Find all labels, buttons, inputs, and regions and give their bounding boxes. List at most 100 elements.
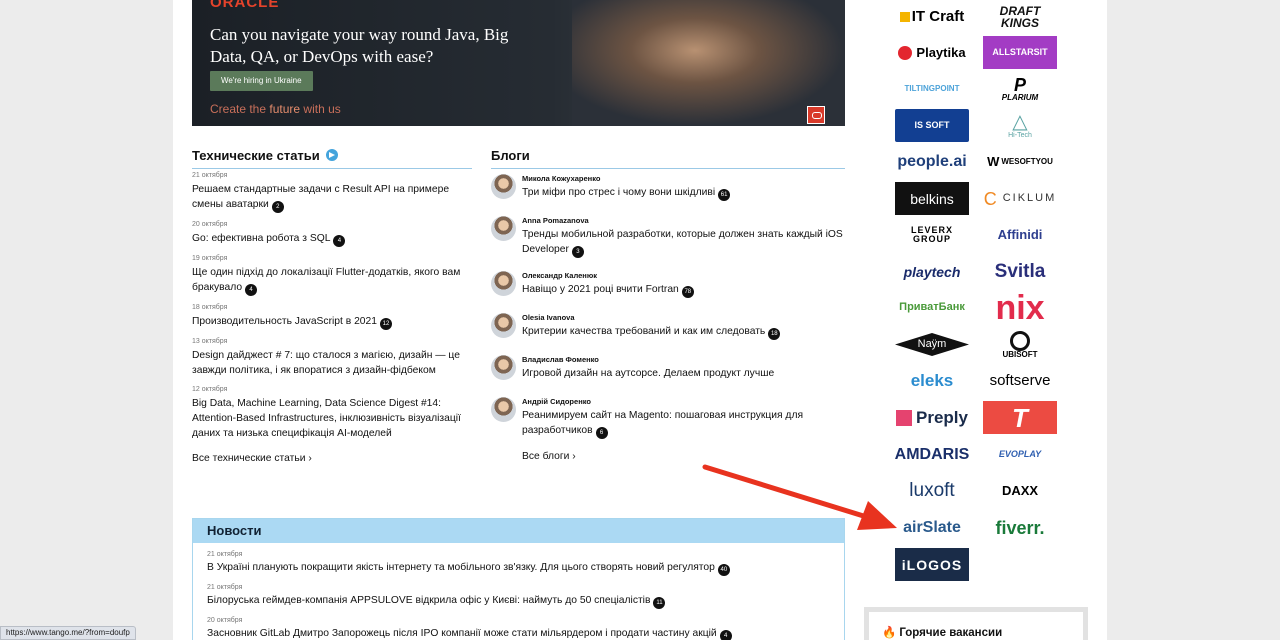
article-item[interactable]: 13 октября Design дайджест # 7: що стало… [192,336,472,378]
blog-item[interactable]: Владислав Фоменко Игровой дизайн на аутс… [491,354,845,384]
blog-title[interactable]: Игровой дизайн на аутсорсе. Делаем проду… [522,366,845,381]
news-title[interactable]: Білоруська геймдев-компанія APPSULOVE ві… [207,594,844,609]
logo-eleks[interactable]: eleks [895,364,969,397]
news-title-text: В Україні планують покращити якість інте… [207,562,715,573]
logo-tlogo[interactable]: T [983,401,1057,434]
blog-author[interactable]: Владислав Фоменко [522,354,845,366]
logo-leverx[interactable]: LEVERX GROUP [895,218,969,251]
logo-evoplay[interactable]: EVOPLAY [983,438,1057,471]
blog-title-text: Тренды мобильной разработки, которые дол… [522,229,843,255]
avatar[interactable] [491,216,516,241]
logo-ubisoft[interactable]: UBISOFT [983,328,1057,361]
logo-text: PLARIUM [1001,92,1039,102]
blog-title[interactable]: Тренды мобильной разработки, которые дол… [522,227,845,258]
logo-issoft[interactable]: IS SOFT [895,109,969,142]
browser-status-bar: https://www.tango.me/?from=doufp [0,626,136,640]
logo-allstarsit[interactable]: ALLSTARSIT [983,36,1057,69]
blog-author[interactable]: Олександр Каленюк [522,270,845,282]
logo-daxx[interactable]: DAXX [983,474,1057,507]
logo-preply[interactable]: Preply [895,401,969,434]
blog-item[interactable]: Anna Pomazanova Тренды мобильной разрабо… [491,215,845,258]
news-title[interactable]: В Україні планують покращити якість інте… [207,561,844,576]
logo-privatbank[interactable]: ПриватБанк [895,291,969,324]
logo-hitech[interactable]: △ Hi-Tech [983,109,1057,142]
logo-text: CIKLUM [1002,192,1057,204]
logo-softserve[interactable]: softserve [983,364,1057,397]
logo-tiltingpoint[interactable]: TILTINGPOINT [895,72,969,105]
blog-item[interactable]: Микола Кожухаренко Три міфи про стрес і … [491,173,845,203]
article-item[interactable]: 19 октября Ще один підхід до локалізації… [192,253,472,296]
article-title[interactable]: Ще один підхід до локалізації Flutter-до… [192,265,472,296]
logo-airslate[interactable]: airSlate [895,511,969,544]
news-item[interactable]: 21 октября В Україні планують покращити … [193,549,844,576]
news-title[interactable]: Засновник GitLab Дмитро Запорожець після… [207,627,844,640]
article-title[interactable]: Go: ефективна робота з SQL 4 [192,231,472,247]
news-item[interactable]: 20 октября Засновник GitLab Дмитро Запор… [193,615,844,640]
logo-playtech[interactable]: playtech [895,255,969,288]
blog-title[interactable]: Критерии качества требований и как им сл… [522,324,845,340]
news-item[interactable]: 21 октября Білоруська геймдев-компанія A… [193,582,844,609]
article-item[interactable]: 12 октября Big Data, Machine Learning, D… [192,384,472,441]
logo-draftkings[interactable]: DRAFT KINGS [983,0,1057,33]
logo-wesoftyou[interactable]: W WESOFTYOU [983,145,1057,178]
all-tech-articles-link[interactable]: Все технические статьи › [192,453,472,464]
hiring-button[interactable]: We're hiring in Ukraine [210,71,313,91]
logo-fiverr[interactable]: fiverr. [983,511,1057,544]
article-date: 18 октября [192,304,228,311]
blog-author[interactable]: Olesia Ivanova [522,312,845,324]
logo-text: Preply [916,408,968,427]
logo-nix[interactable]: nix [983,291,1057,325]
article-item[interactable]: 21 октября Решаем стандартные задачи с R… [192,170,472,213]
logo-affinidi[interactable]: Affinidi [983,218,1057,251]
article-title[interactable]: Производительность JavaScript в 2021 12 [192,314,472,330]
avatar[interactable] [491,397,516,422]
blog-title[interactable]: Реанимируем сайт на Magento: пошаговая и… [522,408,845,439]
article-title[interactable]: Design дайджест # 7: що сталося з магією… [192,348,472,378]
avatar[interactable] [491,355,516,380]
logo-text: IT Craft [911,8,965,25]
logo-svitla[interactable]: Svitla [983,255,1057,288]
article-title-text: Производительность JavaScript в 2021 [192,316,377,327]
telegram-icon[interactable] [325,149,338,161]
article-item[interactable]: 20 октября Go: ефективна робота з SQL 4 [192,219,472,247]
logo-peopleai[interactable]: people.ai [895,145,969,178]
avatar[interactable] [491,313,516,338]
logo-itcraft[interactable]: IT Craft [895,0,969,33]
logo-ilogos[interactable]: iLOGOS [895,548,969,581]
blog-title[interactable]: Навіщо у 2021 році вчити Fortran 78 [522,282,845,298]
news-date: 21 октября [207,584,243,591]
preply-mark-icon [896,409,912,426]
comments-count-badge: 3 [571,246,584,258]
hot-vacancies-label: 🔥 Горячие вакансии [882,625,1002,639]
logo-luxoft[interactable]: luxoft [895,474,969,507]
article-date: 21 октября [192,172,228,179]
blog-item[interactable]: Olesia Ivanova Критерии качества требова… [491,312,845,342]
tagline-suffix: with us [300,102,341,116]
blog-item[interactable]: Андрій Сидоренко Реанимируем сайт на Mag… [491,396,845,439]
avatar[interactable] [491,174,516,199]
all-blogs-link[interactable]: Все блоги › [491,451,845,462]
comments-count-badge: 6 [595,427,608,439]
article-date: 13 октября [192,338,228,345]
logo-amdaris[interactable]: AMDARIS [895,438,970,471]
logo-ciklum[interactable]: C CIKLUM [983,182,1057,215]
avatar[interactable] [491,271,516,296]
banner-tagline: Create the future with us [210,102,341,116]
comments-count-badge: 61 [718,189,731,201]
blog-author[interactable]: Anna Pomazanova [522,215,845,227]
article-title[interactable]: Big Data, Machine Learning, Data Science… [192,396,472,441]
logo-belkins[interactable]: belkins [895,182,969,215]
article-title[interactable]: Решаем стандартные задачи с Result API н… [192,182,472,213]
tech-articles-list: 21 октября Решаем стандартные задачи с R… [192,170,472,464]
blog-author[interactable]: Андрій Сидоренко [522,396,845,408]
logo-plarium[interactable]: P PLARIUM [983,72,1057,105]
blog-title[interactable]: Три міфи про стрес і чому вони шкідливі 6… [522,185,845,201]
logo-playtika[interactable]: Playtika [895,36,969,69]
blog-item[interactable]: Олександр Каленюк Навіщо у 2021 році вчи… [491,270,845,300]
oracle-banner[interactable]: ORACLE Can you navigate your way round J… [192,0,845,126]
blog-author[interactable]: Микола Кожухаренко [522,173,845,185]
tagline-prefix: Create the [210,102,270,116]
article-item[interactable]: 18 октября Производительность JavaScript… [192,302,472,330]
hot-vacancies-panel[interactable]: 🔥 Горячие вакансии [864,607,1088,640]
article-date: 20 октября [192,221,228,228]
